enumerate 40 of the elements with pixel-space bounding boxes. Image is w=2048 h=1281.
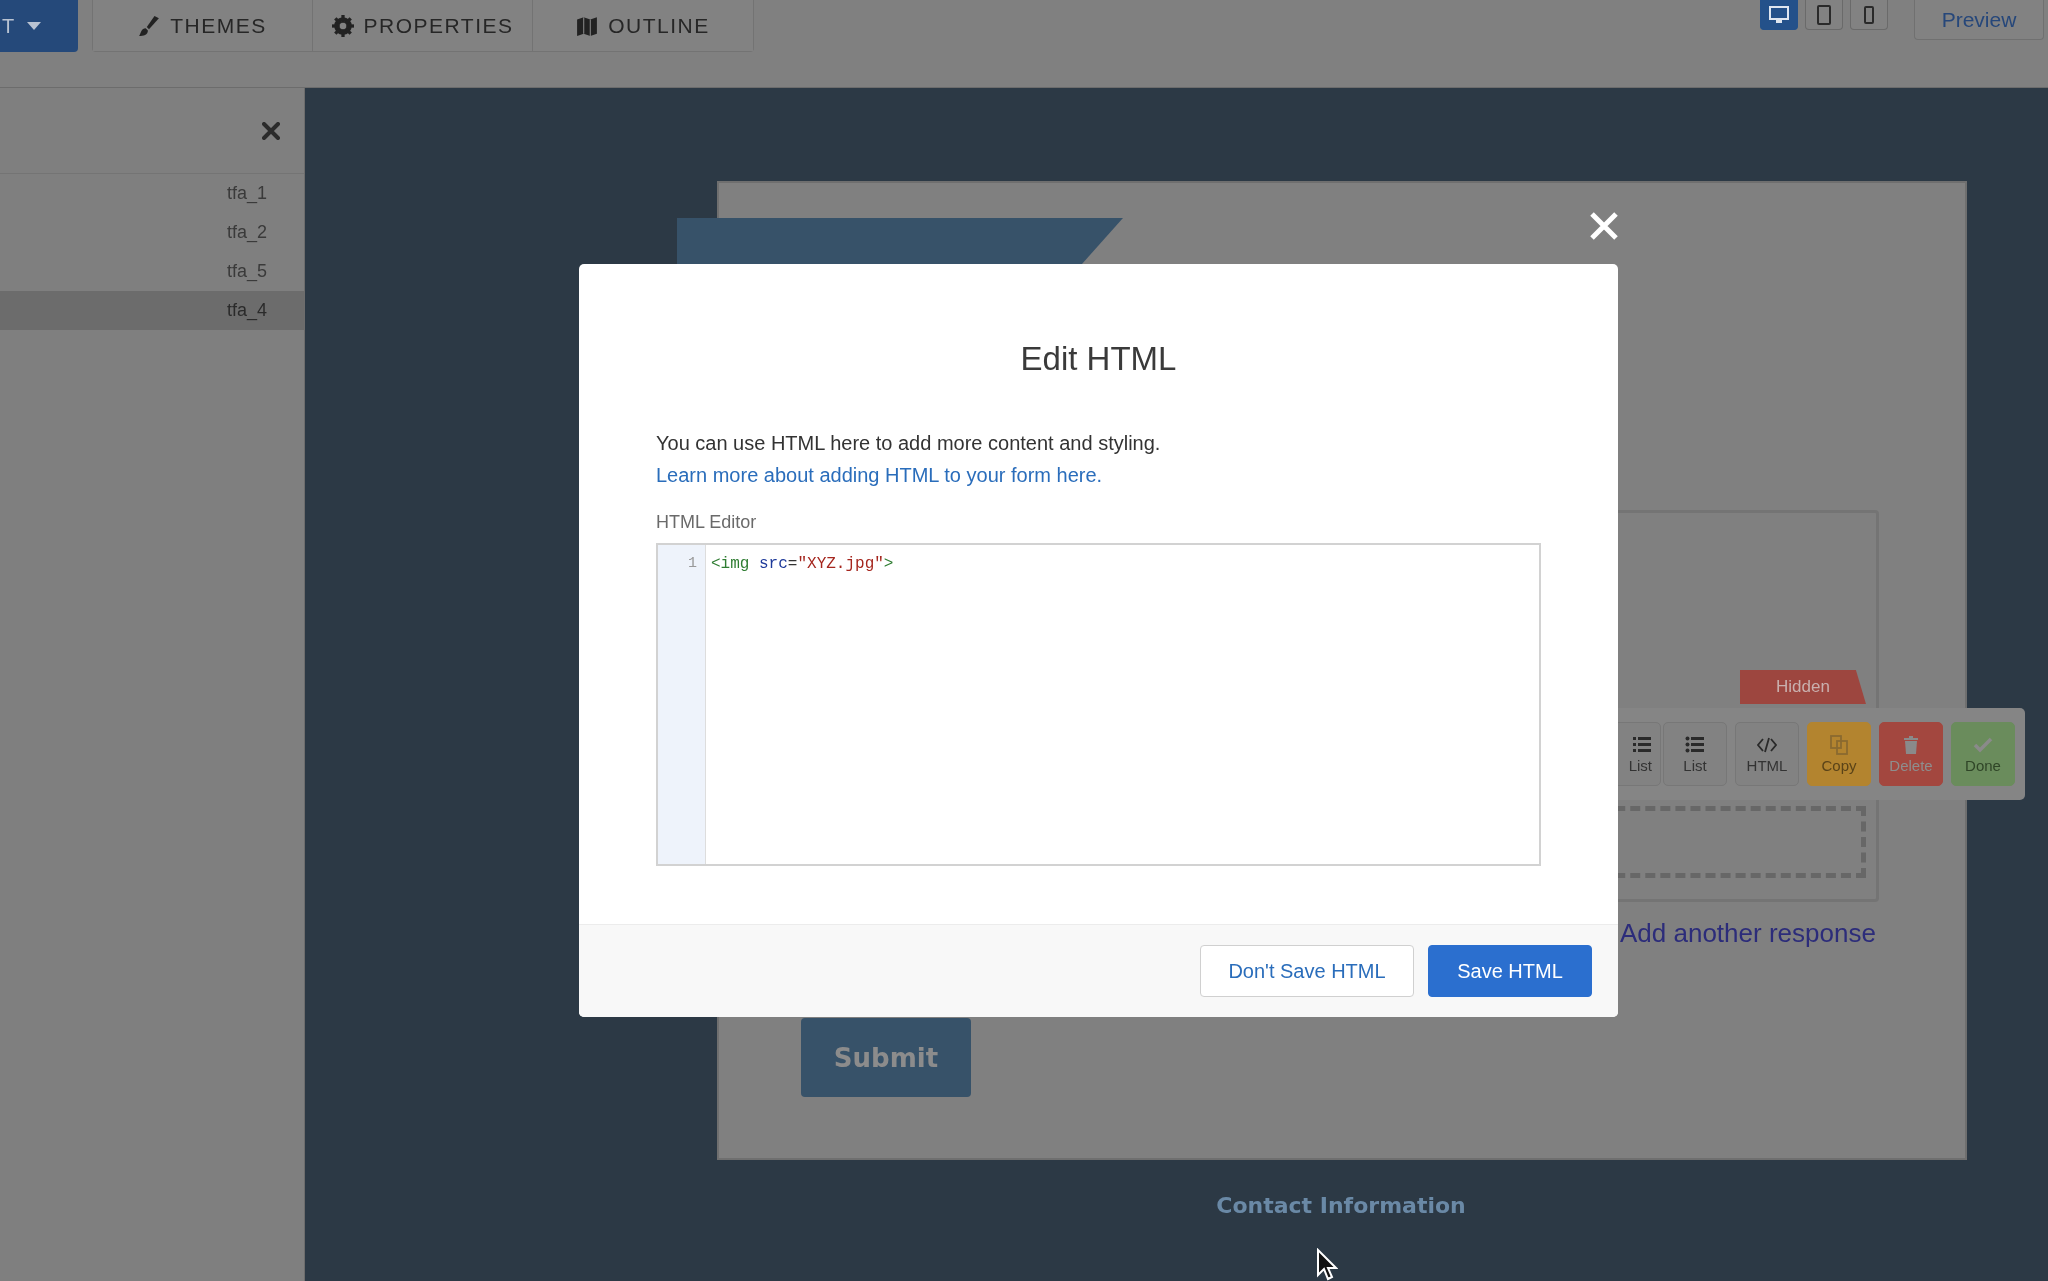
done-button[interactable]: Done — [1951, 722, 2015, 786]
sidebar-item[interactable]: tfa_1 — [0, 174, 304, 213]
close-icon[interactable] — [262, 121, 280, 140]
editor-label: HTML Editor — [656, 512, 758, 533]
code-line: <img src="XYZ.jpg"> — [711, 555, 894, 573]
line-number: 1 — [687, 555, 698, 572]
sidebar-item[interactable]: tfa_4 — [0, 291, 304, 330]
intro-text: You can use HTML here to add more content and styling. — [656, 432, 1162, 455]
menu-button[interactable]: T — [0, 0, 78, 52]
tab[interactable]: THEMES — [93, 0, 313, 51]
settings-icon — [331, 14, 354, 37]
desktop-icon — [1769, 4, 1789, 25]
numbered-list-icon — [1632, 734, 1652, 755]
trash-icon — [1901, 734, 1921, 755]
desktop-view-button[interactable] — [1760, 0, 1798, 30]
tablet-icon — [1814, 4, 1834, 25]
html-button[interactable]: HTML — [1735, 722, 1799, 786]
add-response-link[interactable]: Add another response — [1620, 918, 1876, 949]
map-icon — [576, 14, 599, 37]
copy-icon — [1829, 734, 1849, 755]
delete-button[interactable]: Delete — [1879, 722, 1943, 786]
brush-icon — [138, 14, 161, 37]
dialog-title: Edit HTML — [1019, 340, 1178, 378]
hidden-tag: Hidden — [1740, 670, 1866, 704]
cancel-button[interactable]: Don't Save HTML — [1200, 945, 1414, 997]
copy-button[interactable]: Copy — [1807, 722, 1871, 786]
caret-icon — [26, 21, 43, 31]
tablet-view-button[interactable] — [1805, 0, 1843, 30]
save-button[interactable]: Save HTML — [1428, 945, 1592, 997]
bullet-list-button[interactable]: List — [1663, 722, 1727, 786]
sidebar-item[interactable]: tfa_2 — [0, 213, 304, 252]
section-heading: Contact Information — [1215, 1193, 1467, 1218]
bullet-list-icon — [1685, 734, 1705, 755]
code-editor[interactable]: 1 <img src="XYZ.jpg"> — [656, 543, 1541, 866]
sidebar-item[interactable]: tfa_5 — [0, 252, 304, 291]
phone-view-button[interactable] — [1850, 0, 1888, 30]
submit-button[interactable]: Submit — [801, 1018, 971, 1097]
help-link[interactable]: Learn more about adding HTML to your form here. — [656, 464, 1103, 487]
cursor-icon — [1316, 1248, 1338, 1281]
preview-button[interactable]: Preview — [1914, 0, 2044, 40]
